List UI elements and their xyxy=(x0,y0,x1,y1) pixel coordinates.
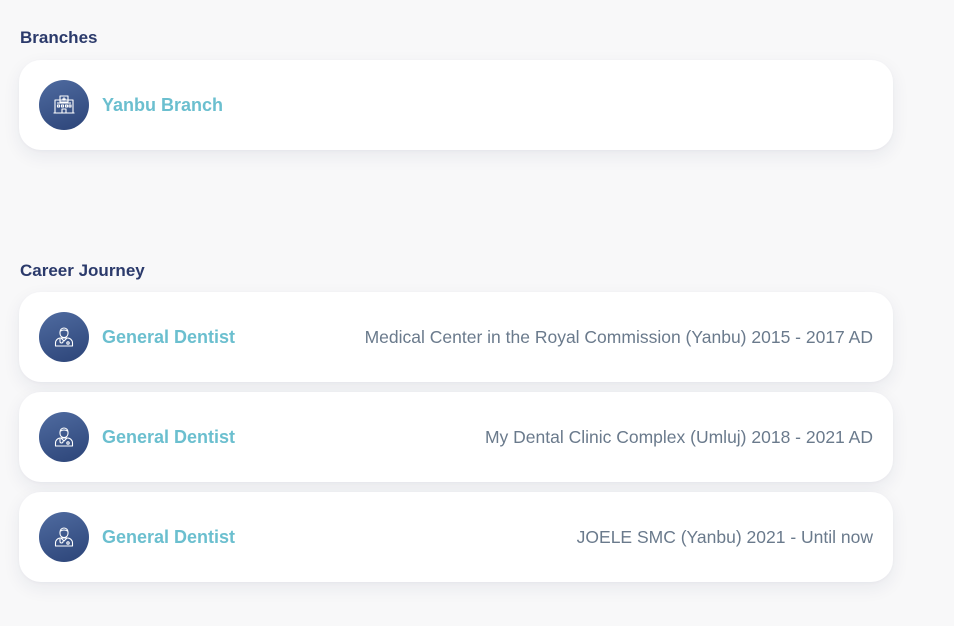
career-item[interactable]: General Dentist My Dental Clinic Complex… xyxy=(19,392,893,482)
career-item[interactable]: General Dentist JOELE SMC (Yanbu) 2021 -… xyxy=(19,492,893,582)
career-role: General Dentist xyxy=(102,426,236,447)
hospital-icon xyxy=(39,80,89,130)
profile-page: Branches Yanbu Branch Career Journey Gen… xyxy=(0,0,954,626)
career-detail: JOELE SMC (Yanbu) 2021 - Until now xyxy=(576,526,873,547)
career-journey-heading: Career Journey xyxy=(20,261,145,280)
career-detail: My Dental Clinic Complex (Umluj) 2018 - … xyxy=(484,426,873,447)
career-role: General Dentist xyxy=(102,526,236,547)
doctor-icon xyxy=(39,512,89,562)
doctor-icon xyxy=(39,312,89,362)
career-role: General Dentist xyxy=(102,326,236,347)
career-detail: Medical Center in the Royal Commission (… xyxy=(364,326,873,347)
branches-heading: Branches xyxy=(20,28,98,47)
branch-name: Yanbu Branch xyxy=(102,94,224,115)
doctor-icon xyxy=(39,412,89,462)
branch-card-yanbu[interactable]: Yanbu Branch xyxy=(19,60,893,150)
career-item[interactable]: General Dentist Medical Center in the Ro… xyxy=(19,292,893,382)
